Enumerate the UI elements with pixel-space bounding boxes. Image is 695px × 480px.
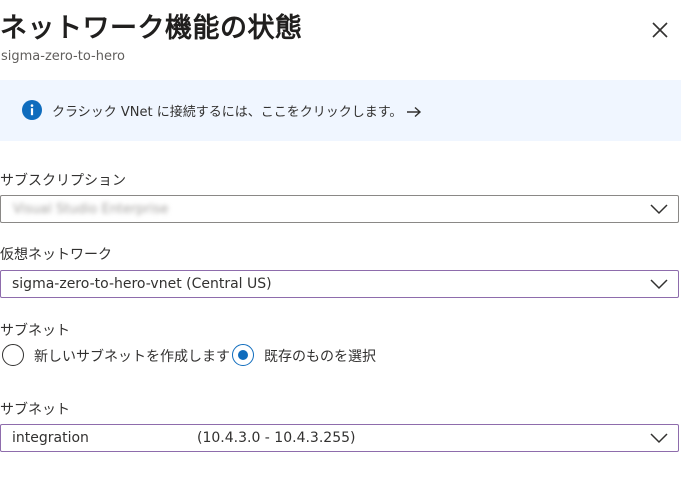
radio-select-existing-label: 既存のものを選択 (264, 349, 376, 365)
radio-create-new-subnet-label: 新しいサブネットを作成します (34, 349, 230, 365)
subnet-address-range: (10.4.3.0 - 10.4.3.255) (197, 430, 356, 446)
resource-name: sigma-zero-to-hero (1, 49, 125, 64)
arrow-right-icon (407, 106, 422, 118)
close-icon (652, 22, 668, 38)
network-status-panel: ネットワーク機能の状態 sigma-zero-to-hero クラシック VNe… (0, 0, 695, 480)
subscription-dropdown[interactable]: Visual Studio Enterprise (0, 195, 679, 223)
info-icon (22, 100, 42, 120)
chevron-down-icon (650, 204, 668, 215)
virtual-network-dropdown[interactable]: sigma-zero-to-hero-vnet (Central US) (0, 270, 679, 298)
radio-circle (2, 344, 24, 366)
classic-vnet-link-label: クラシック VNet に接続するには、ここをクリックします。 (52, 105, 403, 120)
subnet-dropdown[interactable]: integration (10.4.3.0 - 10.4.3.255) (0, 424, 679, 452)
info-banner: クラシック VNet に接続するには、ここをクリックします。 (0, 80, 681, 141)
subscription-value: Visual Studio Enterprise (13, 202, 169, 217)
chevron-down-icon (650, 279, 668, 290)
close-button[interactable] (648, 18, 672, 42)
page-title: ネットワーク機能の状態 (0, 13, 303, 44)
subnet-label: サブネット (0, 402, 70, 418)
chevron-down-icon (650, 433, 668, 444)
classic-vnet-link[interactable]: クラシック VNet に接続するには、ここをクリックします。 (52, 101, 422, 120)
radio-circle-selected (232, 344, 254, 366)
virtual-network-label: 仮想ネットワーク (0, 247, 112, 263)
subnet-name: integration (12, 430, 89, 446)
virtual-network-value: sigma-zero-to-hero-vnet (Central US) (12, 276, 272, 292)
subnet-mode-label: サブネット (0, 323, 70, 339)
subscription-label: サブスクリプション (0, 173, 126, 189)
